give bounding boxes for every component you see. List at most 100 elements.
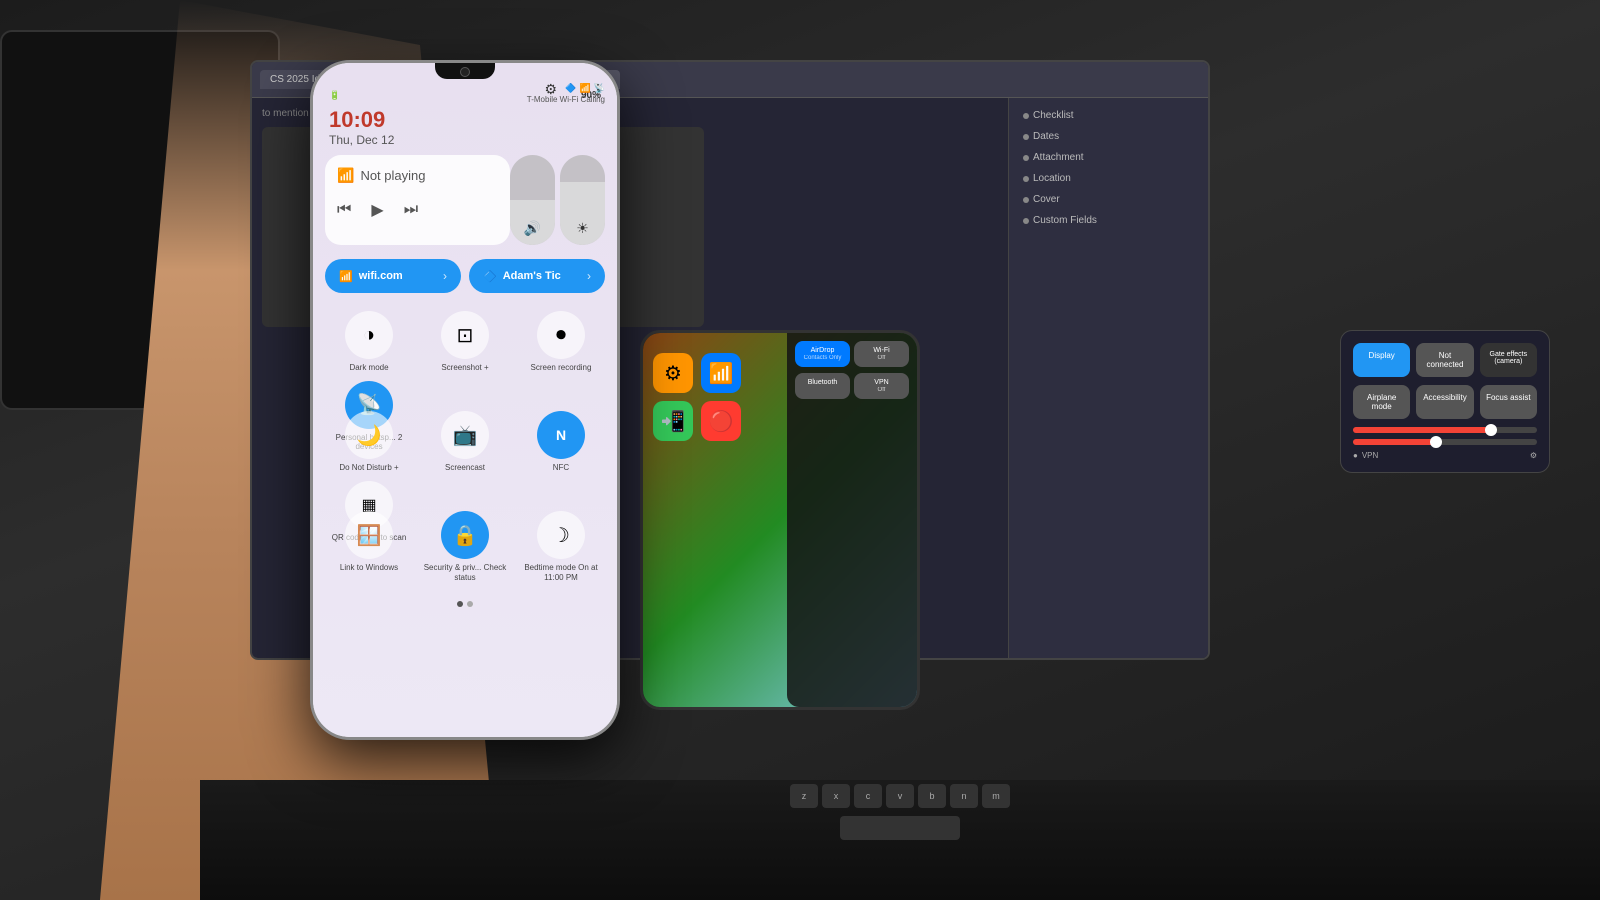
- qs-screencast: 📺 Screencast: [421, 411, 509, 473]
- tablet-app-4[interactable]: 🔴: [701, 401, 741, 441]
- phone-date: Thu, Dec 12: [329, 133, 394, 147]
- page-dots: [457, 601, 473, 607]
- brightness-slider-row: [1353, 427, 1537, 433]
- tablet-control-overlay: AirDropContacts Only Wi-FiOff Bluetooth …: [787, 333, 917, 707]
- qs-screenshot: ⊡ Screenshot +: [421, 311, 509, 373]
- bluetooth-status-icon: 🔷: [565, 83, 576, 94]
- qs-link-windows: 🪟 Link to Windows: [325, 511, 413, 582]
- wifi-status-icon: 📶: [580, 83, 591, 94]
- qs-security: 🔒 Security & priv... Check status: [421, 511, 509, 582]
- not-connected-button[interactable]: Not connected: [1416, 343, 1473, 377]
- tablet-vpn[interactable]: VPNOff: [854, 373, 909, 399]
- keyboard-row-1: z x c v b n m: [200, 780, 1600, 812]
- wifi-chevron-icon: ›: [443, 269, 447, 283]
- phone-time: 10:09: [329, 107, 385, 133]
- bedtime-label: Bedtime mode On at 11:00 PM: [517, 563, 605, 582]
- qs-bedtime: ☽ Bedtime mode On at 11:00 PM: [517, 511, 605, 582]
- bluetooth-chevron-icon: ›: [587, 269, 591, 283]
- play-button[interactable]: ▶: [371, 200, 383, 220]
- key-space[interactable]: [840, 816, 960, 840]
- key-x[interactable]: x: [822, 784, 850, 808]
- panel-footer: ●VPN ⚙: [1353, 451, 1537, 460]
- dnd-button[interactable]: 🌙: [345, 411, 393, 459]
- airplane-mode-button[interactable]: Airplane mode: [1353, 385, 1410, 419]
- security-label: Security & priv... Check status: [421, 563, 509, 582]
- tablet-app-2[interactable]: 📶: [701, 353, 741, 393]
- dark-mode-button[interactable]: ◑: [345, 311, 393, 359]
- screencast-label: Screencast: [445, 463, 485, 473]
- tablet-control-row2: Bluetooth VPNOff: [795, 373, 909, 399]
- gate-effects-button[interactable]: Gate effects (camera): [1480, 343, 1537, 377]
- bluetooth-label: 🔷 Adam's Tic: [483, 270, 561, 283]
- panel-top-buttons: Display Not connected Gate effects (came…: [1353, 343, 1537, 377]
- accessibility-button[interactable]: Accessibility: [1416, 385, 1473, 419]
- keyboard-row-2: [200, 812, 1600, 844]
- sidebar-dates[interactable]: Dates: [1017, 127, 1200, 146]
- tablet-bt[interactable]: Bluetooth: [795, 373, 850, 399]
- focus-assist-button[interactable]: Focus assist: [1480, 385, 1537, 419]
- sidebar-location[interactable]: Location: [1017, 169, 1200, 188]
- key-c[interactable]: c: [854, 784, 882, 808]
- qs-screen-recording: ⏺ Screen recording: [517, 311, 605, 373]
- wifi-button[interactable]: 📶 wifi.com ›: [325, 259, 461, 293]
- sidebar-cover[interactable]: Cover: [1017, 190, 1200, 209]
- tablet-app-1[interactable]: ⚙: [653, 353, 693, 393]
- bluetooth-button[interactable]: 🔷 Adam's Tic ›: [469, 259, 605, 293]
- bedtime-button[interactable]: ☽: [537, 511, 585, 559]
- display-button[interactable]: Display: [1353, 343, 1410, 377]
- key-v[interactable]: v: [886, 784, 914, 808]
- nfc-label: NFC: [553, 463, 569, 473]
- dnd-label: Do Not Disturb +: [339, 463, 398, 473]
- volume-slider-row: [1353, 439, 1537, 445]
- volume-slider-pill[interactable]: 🔊: [510, 155, 555, 245]
- tablet-screen: ⚙ 📶 📲 🔴 AirDropContacts Only Wi-FiOff Bl…: [643, 333, 917, 707]
- sidebar-custom-fields[interactable]: Custom Fields: [1017, 211, 1200, 230]
- nfc-button[interactable]: N: [537, 411, 585, 459]
- volume-slider[interactable]: [1353, 439, 1537, 445]
- screen-recording-label: Screen recording: [531, 363, 592, 373]
- key-m[interactable]: m: [982, 784, 1010, 808]
- media-not-playing: 📶 Not playing: [337, 167, 498, 184]
- panel-row2-buttons: Airplane mode Accessibility Focus assist: [1353, 385, 1537, 419]
- media-wifi-icon: 📶: [337, 167, 354, 184]
- screen-recording-button[interactable]: ⏺: [537, 311, 585, 359]
- quick-settings-grid-3: 🪟 Link to Windows 🔒 Security & priv... C…: [325, 511, 605, 582]
- screenshot-button[interactable]: ⊡: [441, 311, 489, 359]
- wifi-label: 📶 wifi.com: [339, 270, 403, 283]
- security-button[interactable]: 🔒: [441, 511, 489, 559]
- right-panel: Display Not connected Gate effects (came…: [1340, 330, 1550, 473]
- keyboard: z x c v b n m: [200, 780, 1600, 900]
- sidebar-checklist[interactable]: Checklist: [1017, 106, 1200, 125]
- screenshot-label: Screenshot +: [441, 363, 488, 373]
- wifi-icon: 📶: [339, 270, 353, 283]
- media-controls: ⏮ ▶ ⏭: [337, 196, 498, 220]
- brightness-slider[interactable]: [1353, 427, 1537, 433]
- tablet-airdrop[interactable]: AirDropContacts Only: [795, 341, 850, 367]
- sidebar-attachment[interactable]: Attachment: [1017, 148, 1200, 167]
- tablet-app-3[interactable]: 📲: [653, 401, 693, 441]
- page-dot-1: [457, 601, 463, 607]
- tablet-wifi-toggle[interactable]: Wi-FiOff: [854, 341, 909, 367]
- media-player: 📶 Not playing ⏮ ▶ ⏭: [325, 155, 510, 245]
- tablet-control-row1: AirDropContacts Only Wi-FiOff: [795, 341, 909, 367]
- prev-button[interactable]: ⏮: [337, 201, 351, 219]
- link-windows-button[interactable]: 🪟: [345, 511, 393, 559]
- tablet: ⚙ 📶 📲 🔴 AirDropContacts Only Wi-FiOff Bl…: [640, 330, 920, 710]
- qs-dark-mode: ◑ Dark mode: [325, 311, 413, 373]
- network-row: 📶 wifi.com › 🔷 Adam's Tic ›: [325, 259, 605, 293]
- screencast-button[interactable]: 📺: [441, 411, 489, 459]
- phone: 🔋 90% 10:09 Thu, Dec 12 🔷 📶 📡 ⚙ ⋮ T-Mobi…: [310, 60, 620, 740]
- next-button[interactable]: ⏭: [404, 201, 418, 219]
- phone-screen: 🔋 90% 10:09 Thu, Dec 12 🔷 📶 📡 ⚙ ⋮ T-Mobi…: [313, 63, 617, 737]
- browser-sidebar: Checklist Dates Attachment Location Cove…: [1008, 98, 1208, 658]
- dark-mode-label: Dark mode: [349, 363, 388, 373]
- key-n[interactable]: n: [950, 784, 978, 808]
- brightness-slider-pill[interactable]: ☀: [560, 155, 605, 245]
- key-z[interactable]: z: [790, 784, 818, 808]
- tablet-app-grid: ⚙ 📶 📲 🔴: [653, 353, 741, 441]
- key-b[interactable]: b: [918, 784, 946, 808]
- not-playing-label: Not playing: [360, 168, 425, 183]
- bluetooth-icon: 🔷: [483, 270, 497, 283]
- phone-camera: [460, 67, 470, 77]
- qs-dnd: 🌙 Do Not Disturb +: [325, 411, 413, 473]
